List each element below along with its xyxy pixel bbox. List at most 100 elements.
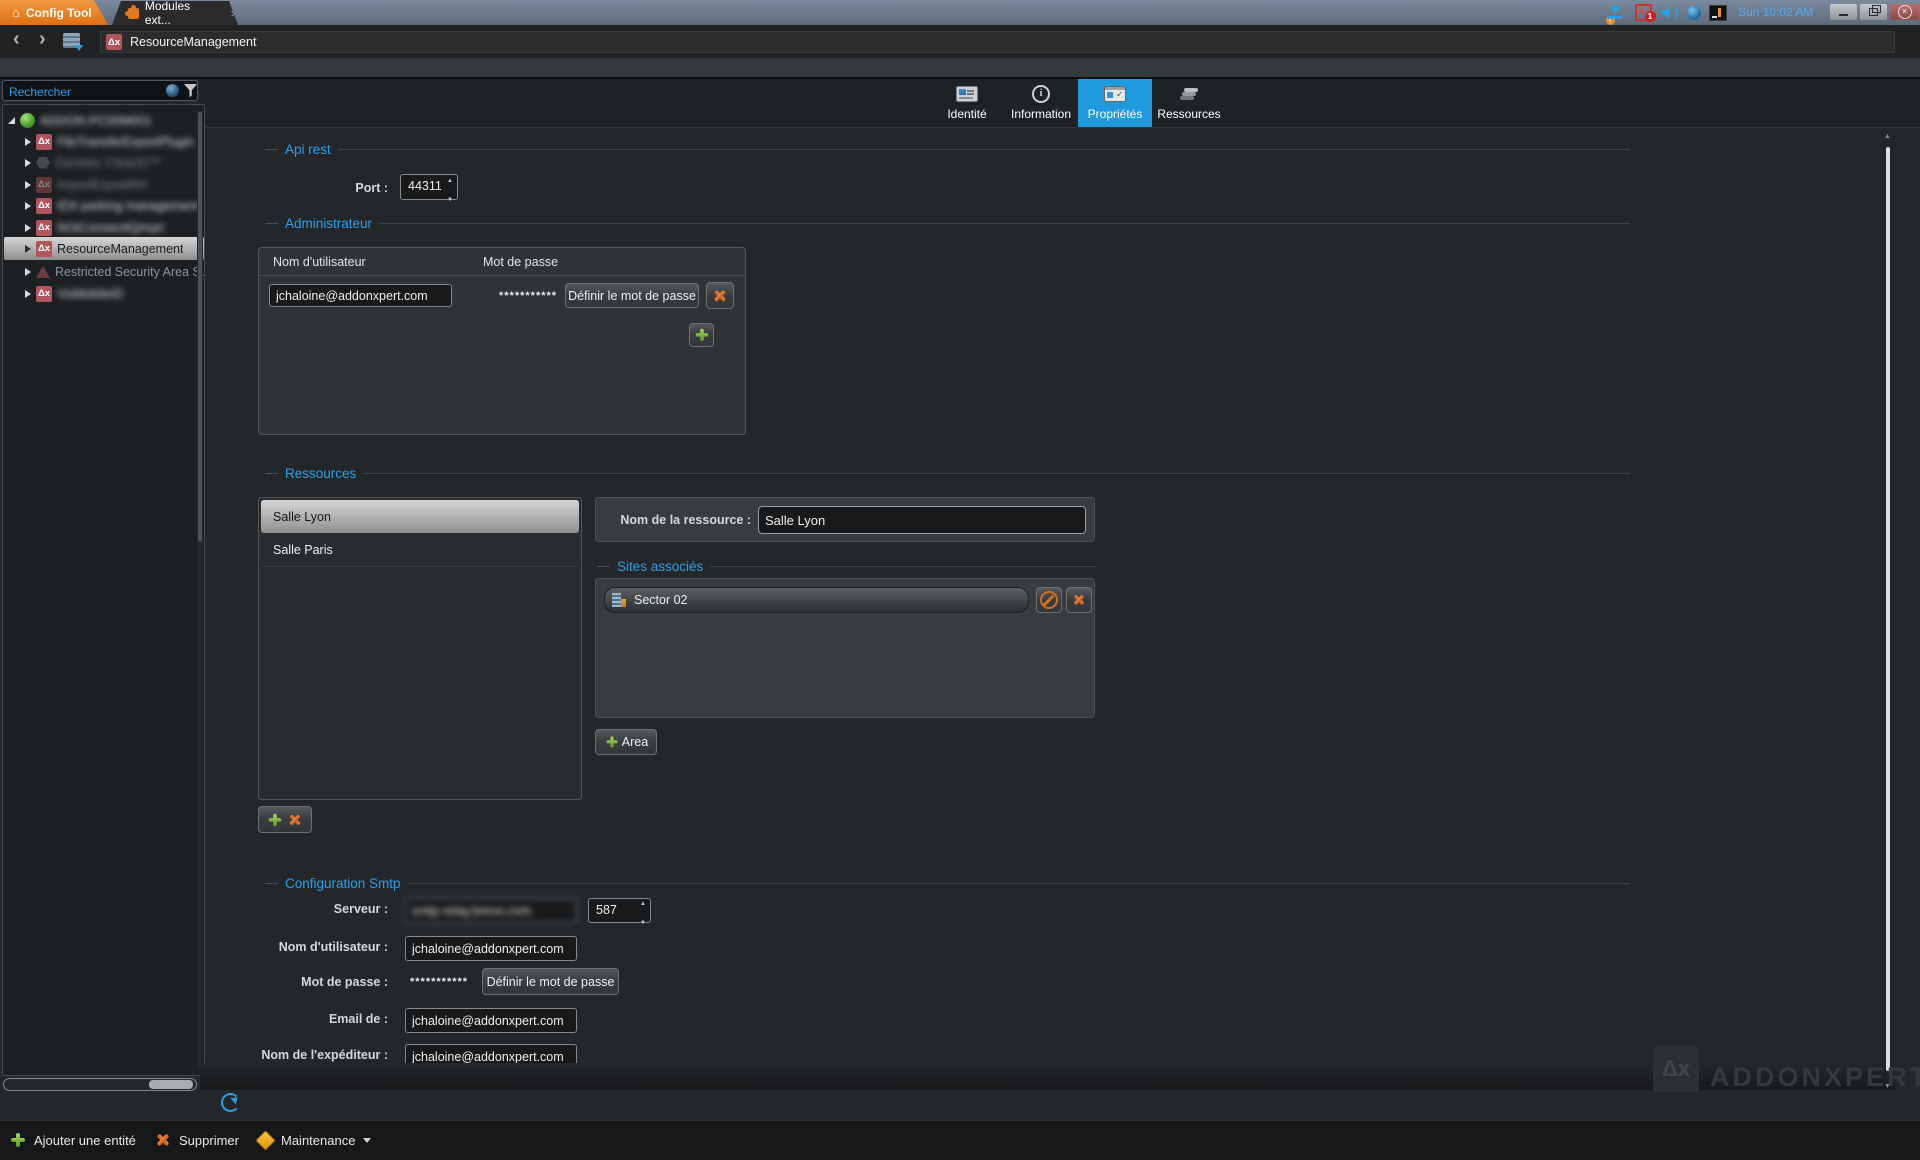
spinner-down-icon[interactable] (447, 188, 453, 206)
admin-add-user-button[interactable] (689, 323, 714, 347)
scrollbar-thumb[interactable] (149, 1080, 193, 1089)
site-field[interactable]: Sector 02 (604, 587, 1029, 613)
breadcrumb[interactable]: ResourceManagement (100, 31, 1895, 53)
scrollbar-thumb[interactable] (1886, 147, 1890, 1071)
section-dash (265, 883, 278, 884)
tree-item-label: ADDON-PC00M001 (40, 114, 152, 128)
speaker-icon (1662, 6, 1674, 19)
volume-tray-icon[interactable] (1660, 2, 1680, 23)
plugin-ax-icon (106, 34, 122, 50)
tab-identite[interactable]: Identité (930, 79, 1004, 127)
smtp-email-input[interactable] (405, 1008, 577, 1033)
port-spinner[interactable]: 44311 (400, 174, 458, 200)
admin-username-input[interactable] (269, 284, 452, 307)
column-password: Mot de passe (483, 255, 558, 269)
close-button[interactable] (1890, 4, 1919, 20)
network-tray-icon[interactable] (1684, 2, 1704, 23)
expander-icon[interactable] (25, 181, 31, 189)
resource-list-item[interactable]: Salle Paris (261, 534, 579, 567)
refresh-icon[interactable] (221, 1093, 240, 1112)
resource-name-input[interactable] (758, 506, 1086, 534)
chevron-down-icon (363, 1138, 371, 1147)
plus-icon[interactable] (268, 812, 282, 826)
resource-list-item-selected[interactable]: Salle Lyon (261, 500, 579, 533)
expander-icon[interactable] (25, 138, 31, 146)
spinner-arrows[interactable] (443, 175, 457, 199)
tree-vertical-scrollbar[interactable] (197, 110, 203, 1070)
scrollbar-thumb[interactable] (198, 112, 202, 542)
smtp-server-input[interactable] (405, 898, 577, 923)
spinner-up-icon[interactable] (640, 892, 646, 910)
network-globe-icon (1687, 6, 1701, 20)
resource-name-panel: Nom de la ressource : (595, 497, 1095, 542)
close-tab-icon[interactable] (230, 6, 238, 21)
plugin-puzzle-icon (128, 8, 139, 19)
admin-set-password-button[interactable]: Définir le mot de passe (565, 283, 699, 308)
report-icon[interactable] (63, 33, 80, 48)
minimize-button[interactable] (1830, 4, 1857, 20)
tree-item-label: VisMobileID (57, 287, 123, 301)
section-sites-associes: Sites associés (597, 558, 1095, 574)
spinner-up-icon[interactable] (447, 169, 453, 187)
expander-expanded-icon[interactable] (8, 117, 15, 124)
admin-remove-user-button[interactable] (706, 282, 734, 309)
header-strip (0, 58, 1920, 79)
expander-icon[interactable] (25, 245, 31, 253)
sites-panel: Sector 02 (595, 578, 1095, 718)
filter-icon[interactable] (184, 84, 197, 98)
main-vertical-scrollbar[interactable] (1884, 133, 1892, 1090)
tree-item-resourcemanagement[interactable]: ResourceManagement (4, 237, 204, 260)
delete-button[interactable]: Supprimer (155, 1129, 239, 1151)
add-area-button[interactable]: Area (595, 729, 657, 755)
server-icon (20, 113, 35, 128)
restore-button[interactable] (1860, 4, 1887, 20)
tree-item-plugin[interactable]: VisMobileID (4, 283, 204, 304)
tab-ressources[interactable]: Ressources (1152, 79, 1226, 127)
expander-icon[interactable] (25, 290, 31, 298)
config-tool-tab[interactable]: Config Tool (0, 0, 108, 25)
language-tray-icon[interactable] (1708, 2, 1728, 23)
modules-tab[interactable]: Modules ext... (112, 1, 238, 25)
site-clear-button[interactable] (1036, 587, 1062, 613)
clear-search-icon[interactable] (166, 84, 179, 97)
tree-item-plugin[interactable]: FileTransferExportPlugin (4, 131, 204, 152)
smtp-port-spinner[interactable]: 587 (588, 898, 651, 923)
scroll-up-icon[interactable] (1884, 133, 1891, 140)
tab-proprietes[interactable]: Propriétés (1078, 79, 1152, 127)
section-line (408, 883, 1630, 884)
site-remove-button[interactable] (1066, 587, 1092, 613)
expander-icon[interactable] (25, 224, 31, 232)
forward-button[interactable]: › (39, 28, 46, 51)
tree-item-restricted-security-area[interactable]: Restricted Security Area Surveillance (4, 261, 204, 282)
smtp-set-password-button[interactable]: Définir le mot de passe (482, 968, 619, 995)
tree-item-server[interactable]: ADDON-PC00M001 (4, 110, 204, 131)
tree-item-plugin[interactable]: IDX parking management (4, 195, 204, 216)
section-line (363, 473, 1630, 474)
smtp-user-input[interactable] (405, 936, 577, 961)
expander-icon[interactable] (25, 202, 31, 210)
resource-add-remove-buttons[interactable] (258, 806, 312, 833)
search-input[interactable] (7, 82, 161, 101)
tree-item-plugin[interactable]: ImportExportRH (4, 174, 204, 195)
back-button[interactable]: ‹ (13, 28, 20, 51)
download-tray-icon[interactable]: ! (1604, 2, 1626, 23)
spinner-arrows[interactable] (636, 899, 650, 922)
maintenance-button[interactable]: Maintenance (258, 1129, 371, 1151)
tab-information[interactable]: Information (1004, 79, 1078, 127)
expander-icon[interactable] (25, 268, 31, 276)
tree-item-label: ResourceManagement (57, 242, 183, 256)
smtp-sender-label: Nom de l'expéditeur : (188, 1048, 388, 1062)
config-tool-tab-label: Config Tool (26, 6, 92, 20)
spinner-down-icon[interactable] (640, 911, 646, 929)
add-entity-button[interactable]: Ajouter une entité (10, 1129, 136, 1151)
tree-item-label: NOIConnectIQmart (57, 221, 164, 235)
delete-x-icon[interactable] (288, 812, 302, 826)
tree-item-plugin[interactable]: NOIConnectIQmart (4, 217, 204, 238)
health-tray-icon[interactable]: 1 (1632, 2, 1654, 23)
smtp-email-label: Email de : (188, 1012, 388, 1026)
tree-item-plugin[interactable]: Genetec ClearID™ (4, 152, 204, 173)
set-password-label: Définir le mot de passe (568, 289, 696, 303)
expander-icon[interactable] (25, 159, 31, 167)
home-icon (12, 6, 20, 19)
plugin-ax-icon (36, 134, 52, 150)
